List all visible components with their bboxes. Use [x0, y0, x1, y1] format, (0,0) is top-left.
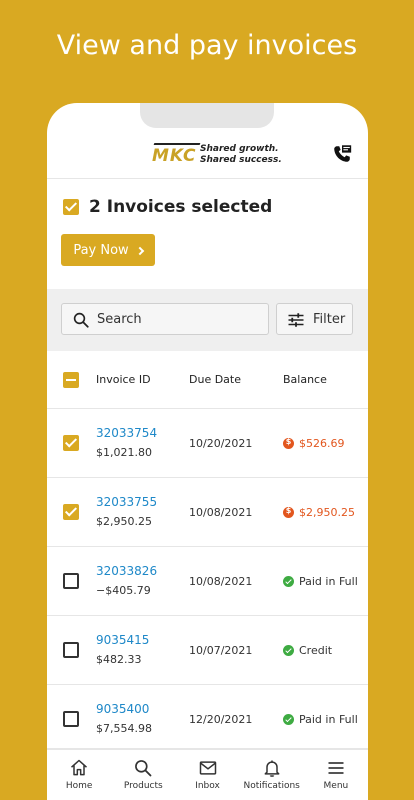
invoice-amount: $7,554.98: [96, 722, 152, 735]
row-checkbox[interactable]: [63, 642, 79, 658]
pay-now-label: Pay Now: [73, 242, 129, 258]
balance-status: Paid in Full: [283, 713, 358, 726]
nav-label: Menu: [323, 781, 349, 791]
check-circle-icon: [283, 645, 294, 656]
due-date: 10/07/2021: [189, 644, 253, 657]
due-date: 10/08/2021: [189, 506, 253, 519]
invoice-id-link[interactable]: 9035415: [96, 633, 149, 647]
nav-home[interactable]: Home: [47, 750, 111, 800]
row-checkbox[interactable]: [63, 435, 79, 451]
search-input[interactable]: Search: [61, 303, 269, 335]
col-invoice-id: Invoice ID: [96, 373, 151, 386]
search-placeholder: Search: [97, 312, 142, 327]
tagline-line-1: Shared growth.: [200, 144, 279, 154]
check-circle-icon: [283, 714, 294, 725]
selection-count: 2 Invoices selected: [89, 197, 273, 217]
table-row[interactable]: 9035415 $482.33 10/07/2021 Credit: [47, 616, 368, 685]
chevron-right-icon: [135, 246, 144, 255]
nav-label: Notifications: [243, 781, 300, 791]
invoice-id-link[interactable]: 32033826: [96, 564, 157, 578]
menu-icon: [328, 762, 344, 774]
logo-tagline: Shared growth. Shared success.: [200, 144, 282, 166]
due-date: 10/08/2021: [189, 575, 253, 588]
filter-sliders-icon: [287, 312, 305, 333]
phone-contact-icon[interactable]: [331, 143, 353, 165]
table-row[interactable]: 32033755 $2,950.25 10/08/2021 $2,950.25: [47, 478, 368, 547]
bell-icon: [264, 760, 280, 777]
invoice-id-link[interactable]: 9035400: [96, 702, 149, 716]
logo-text: MKC: [152, 146, 197, 166]
balance-status: Credit: [283, 644, 332, 657]
nav-products[interactable]: Products: [111, 750, 175, 800]
nav-notifications[interactable]: Notifications: [240, 750, 304, 800]
filter-button[interactable]: Filter: [276, 303, 353, 335]
pay-now-button[interactable]: Pay Now: [61, 234, 155, 266]
table-row[interactable]: 32033826 −$405.79 10/08/2021 Paid in Ful…: [47, 547, 368, 616]
app-header: MKC Shared growth. Shared success.: [47, 103, 368, 179]
selection-bar: 2 Invoices selected Pay Now: [47, 179, 368, 289]
search-toolbar: Search Filter: [47, 289, 368, 351]
filter-label: Filter: [313, 312, 346, 327]
balance-value: Paid in Full: [299, 575, 358, 588]
col-balance: Balance: [283, 373, 327, 386]
balance-value: $526.69: [299, 437, 345, 450]
balance-value: $2,950.25: [299, 506, 355, 519]
logo-stripe: [153, 143, 201, 145]
nav-label: Home: [65, 781, 93, 791]
table-header: Invoice ID Due Date Balance: [47, 351, 368, 409]
invoice-id-link[interactable]: 32033755: [96, 495, 157, 509]
search-icon: [72, 311, 90, 334]
nav-menu[interactable]: Menu: [304, 750, 368, 800]
select-all-checkbox[interactable]: [63, 199, 79, 215]
balance-status: $526.69: [283, 437, 345, 450]
home-icon: [71, 759, 88, 776]
dollar-badge-icon: [283, 506, 294, 518]
mkc-logo[interactable]: MKC Shared growth. Shared success.: [152, 143, 292, 169]
nav-label: Products: [123, 781, 163, 791]
check-circle-icon: [283, 576, 294, 587]
headline: View and pay invoices: [56, 30, 358, 61]
mail-icon: [199, 761, 216, 775]
col-due-date: Due Date: [189, 373, 241, 386]
invoice-amount: $2,950.25: [96, 515, 152, 528]
table-row[interactable]: 9035400 $7,554.98 12/20/2021 Paid in Ful…: [47, 685, 368, 749]
balance-value: Paid in Full: [299, 713, 358, 726]
header-select-checkbox[interactable]: [63, 372, 79, 388]
bottom-nav: Home Products Inbox Notifications Menu: [47, 749, 368, 800]
nav-label: Inbox: [195, 781, 220, 791]
due-date: 12/20/2021: [189, 713, 253, 726]
due-date: 10/20/2021: [189, 437, 253, 450]
row-checkbox[interactable]: [63, 504, 79, 520]
balance-status: $2,950.25: [283, 506, 355, 519]
dollar-badge-icon: [283, 437, 294, 449]
invoice-amount: $482.33: [96, 653, 142, 666]
tagline-line-2: Shared success.: [200, 155, 282, 165]
phone-frame: MKC Shared growth. Shared success. 2 Inv…: [47, 103, 368, 800]
balance-status: Paid in Full: [283, 575, 358, 588]
nav-inbox[interactable]: Inbox: [175, 750, 239, 800]
row-checkbox[interactable]: [63, 711, 79, 727]
balance-value: Credit: [299, 644, 333, 657]
invoice-amount: −$405.79: [96, 584, 151, 597]
search-icon: [135, 760, 152, 777]
invoice-id-link[interactable]: 32033754: [96, 426, 157, 440]
table-row[interactable]: 32033754 $1,021.80 10/20/2021 $526.69: [47, 409, 368, 478]
invoice-amount: $1,021.80: [96, 446, 152, 459]
row-checkbox[interactable]: [63, 573, 79, 589]
